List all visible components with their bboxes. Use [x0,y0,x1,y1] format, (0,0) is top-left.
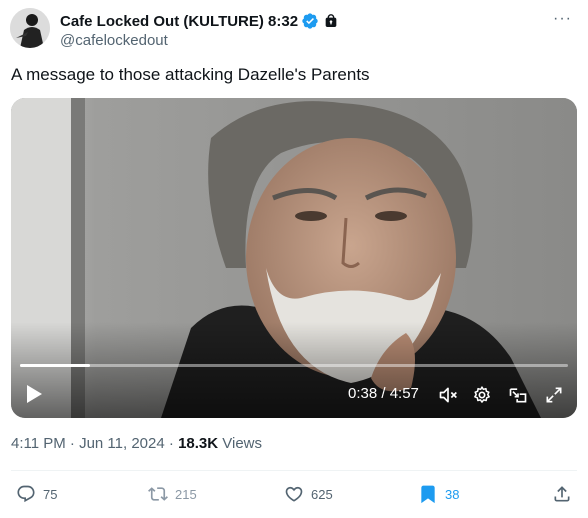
avatar[interactable] [10,8,50,48]
tweet-meta: 4:11 PM · Jun 11, 2024 · 18.3K Views [11,435,262,452]
video-progress-fill [20,364,91,367]
play-icon[interactable] [25,384,43,404]
tweet-timestamp[interactable]: 4:11 PM · Jun 11, 2024 [11,435,165,452]
video-player[interactable]: 0:38 / 4:57 [11,98,577,418]
bookmark-count: 38 [445,486,460,502]
fullscreen-icon[interactable] [543,385,565,405]
repost-count: 215 [175,486,197,502]
picture-in-picture-icon[interactable] [507,385,529,405]
lock-icon [325,14,337,27]
reply-button[interactable]: 75 [16,484,57,504]
repost-icon [148,487,168,501]
reply-count: 75 [43,486,58,502]
video-time-display: 0:38 / 4:57 [348,385,419,402]
name-row: Cafe Locked Out (KULTURE) 8:32 [60,12,339,30]
like-count: 625 [311,486,333,502]
more-options-icon[interactable]: ··· [553,10,572,28]
bookmark-icon [421,485,435,504]
mute-icon[interactable] [437,385,459,405]
heart-icon [285,486,303,502]
tweet-text: A message to those attacking Dazelle's P… [11,65,370,84]
like-button[interactable]: 625 [284,484,333,504]
views-label: Views [218,435,263,452]
share-button[interactable] [552,484,572,504]
share-icon [554,486,570,502]
views-count: 18.3K [178,435,219,452]
display-name[interactable]: Cafe Locked Out (KULTURE) 8:32 [60,13,298,30]
video-progress-bar[interactable] [20,364,568,367]
divider [11,470,577,471]
author-handle[interactable]: @cafelockedout [60,32,168,49]
reply-icon [17,485,35,503]
tweet-header: Cafe Locked Out (KULTURE) 8:32 @cafelock… [10,8,578,52]
repost-button[interactable]: 215 [148,484,197,504]
video-frame [11,98,577,418]
bookmark-button[interactable]: 38 [418,484,459,504]
settings-gear-icon[interactable] [471,385,493,405]
action-bar: 75 215 625 38 [16,484,572,506]
verified-badge-icon [302,13,318,29]
meta-separator: · [164,435,179,452]
